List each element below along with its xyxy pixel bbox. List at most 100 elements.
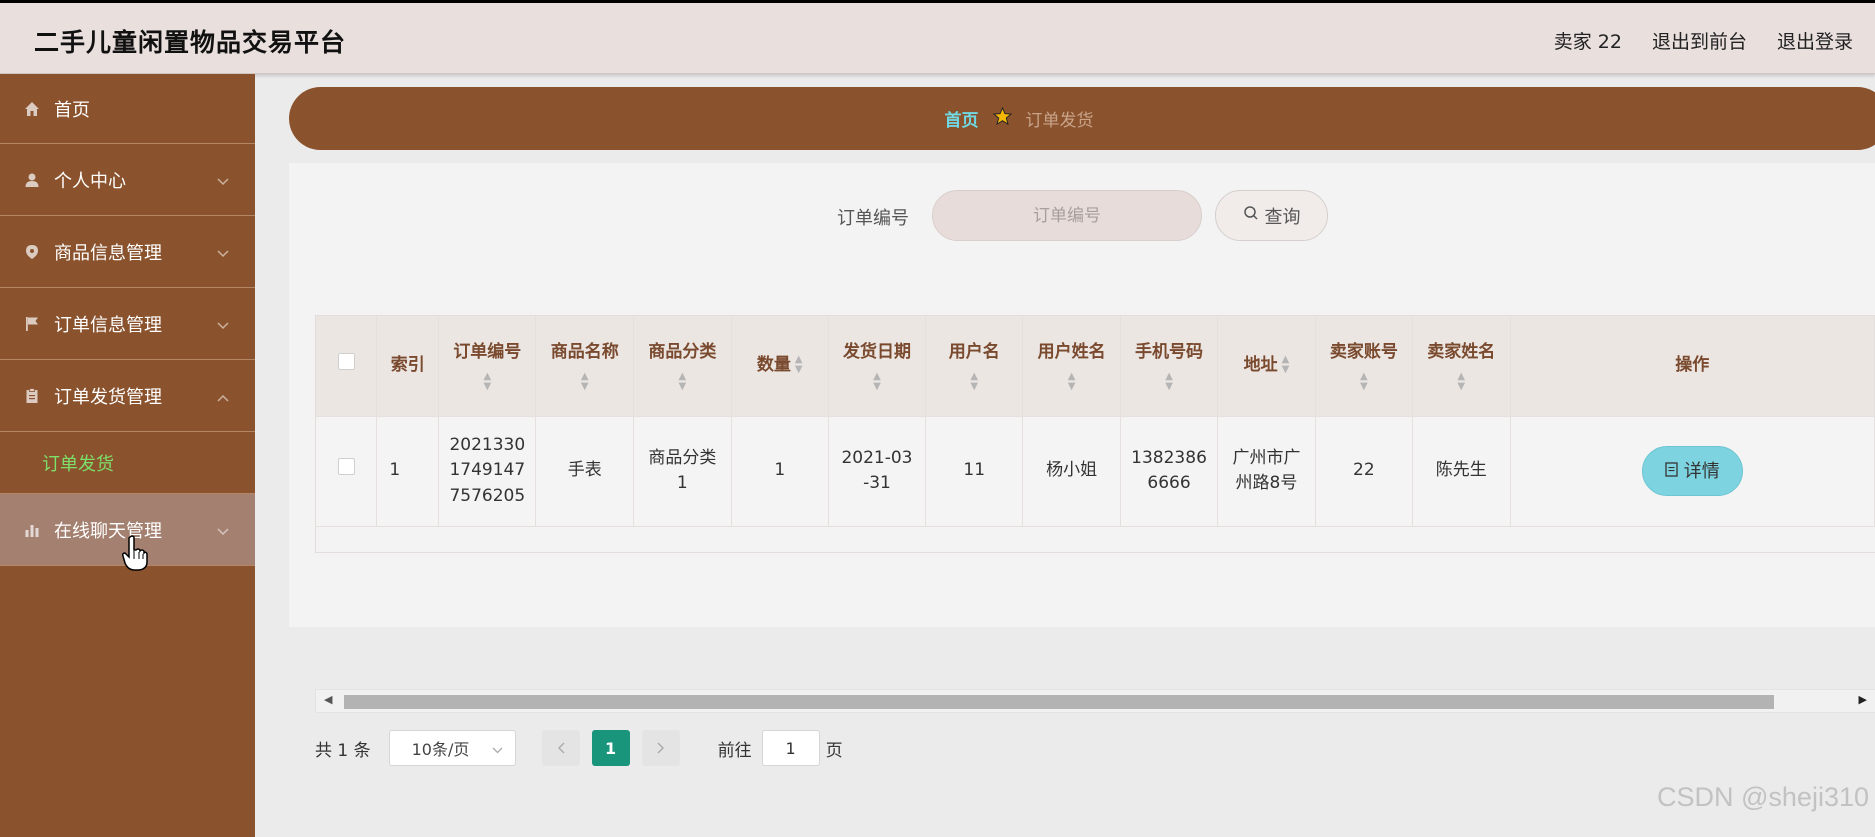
cell-ship-date: 2021-03 -31 — [828, 416, 927, 527]
current-user: 卖家 22 — [1553, 31, 1622, 53]
sidebar-item-label: 订单发货管理 — [54, 386, 162, 408]
cell-username: 11 — [925, 416, 1024, 527]
sort-icon[interactable]: ▲ ▼ — [829, 372, 925, 392]
detail-button[interactable]: 详情 — [1641, 446, 1743, 496]
sort-icon[interactable]: ▲ ▼ — [1023, 372, 1120, 392]
goto-label: 前往 — [717, 740, 752, 761]
sort-icon[interactable]: ▲ ▼ — [634, 372, 731, 392]
bar-chart-icon — [22, 520, 42, 540]
sidebar-item-products[interactable]: 商品信息管理 — [0, 216, 255, 288]
sidebar-item-orders[interactable]: 订单信息管理 — [0, 288, 255, 360]
column-header[interactable]: 地址 ▲ ▼ — [1217, 316, 1316, 417]
scroll-left-icon[interactable]: ◀ — [324, 693, 332, 706]
sidebar-item-home[interactable]: 首页 — [0, 74, 255, 144]
page-size-select[interactable]: 10条/页 — [388, 730, 516, 766]
sidebar-subitem-ship-order[interactable]: 订单发货 — [0, 432, 255, 494]
breadcrumb-home-link[interactable]: 首页 — [945, 106, 979, 131]
row-select-cell — [316, 416, 378, 527]
column-header[interactable]: 商品名称 ▲ ▼ — [535, 316, 635, 417]
sidebar-item-label: 个人中心 — [54, 170, 126, 192]
cell-user-realname: 杨小姐 — [1022, 416, 1121, 527]
select-all-checkbox[interactable] — [337, 353, 355, 371]
sort-icon[interactable]: ▲ ▼ — [1413, 372, 1510, 392]
sidebar-item-label: 商品信息管理 — [54, 242, 162, 264]
column-header[interactable]: 订单编号 ▲ ▼ — [438, 316, 537, 417]
breadcrumb: 首页 订单发货 — [289, 87, 1875, 150]
select-all-cell — [316, 316, 378, 417]
table-row: 1 2021330 1749147 7576205 手表 商品分类 1 1 2021-… — [316, 416, 1875, 527]
chevron-down-icon — [492, 739, 503, 758]
column-header[interactable]: 卖家姓名 ▲ ▼ — [1412, 316, 1511, 417]
flag-icon — [22, 314, 42, 334]
page-number-button[interactable]: 1 — [591, 730, 630, 766]
cell-seller-name: 陈先生 — [1412, 416, 1511, 527]
chevron-down-icon — [217, 170, 229, 191]
column-header[interactable]: 卖家账号 ▲ ▼ — [1315, 316, 1413, 417]
search-icon — [1243, 205, 1259, 226]
column-header[interactable]: 用户名 ▲ ▼ — [925, 316, 1024, 417]
sort-icon[interactable]: ▲ ▼ — [1316, 372, 1412, 392]
table-header-row: 索引 订单编号 ▲ ▼ 商品名称 ▲ ▼ 商品分类 ▲ ▼ 数量 ▲ ▼ 发货日期 ▲ ▼ 用户名 ▲… — [316, 316, 1875, 417]
hand-cursor-icon — [122, 535, 148, 575]
horizontal-scrollbar[interactable]: ◀ ▶ — [315, 689, 1875, 713]
orders-table: 索引 订单编号 ▲ ▼ 商品名称 ▲ ▼ 商品分类 ▲ ▼ 数量 ▲ ▼ 发货日期 ▲ ▼ 用户名 ▲… — [315, 315, 1875, 553]
column-header: 操作 — [1510, 316, 1875, 417]
column-header[interactable]: 用户姓名 ▲ ▼ — [1022, 316, 1121, 417]
column-header[interactable]: 发货日期 ▲ ▼ — [828, 316, 927, 417]
sidebar-item-label: 首页 — [54, 99, 90, 121]
total-count: 共 1 条 — [315, 740, 371, 761]
sort-icon[interactable]: ▲ ▼ — [439, 372, 535, 392]
back-to-front-link[interactable]: 退出到前台 — [1652, 27, 1747, 54]
person-icon — [22, 170, 42, 190]
cell-phone: 1382386 6666 — [1120, 416, 1219, 527]
logout-link[interactable]: 退出登录 — [1777, 27, 1853, 54]
sort-icon[interactable]: ▲ ▼ — [536, 372, 633, 392]
home-icon — [22, 99, 42, 119]
main-panel: 订单编号 查询 索引 订单编号▲ — [289, 163, 1875, 766]
sidebar-item-shipping[interactable]: 订单发货管理 — [0, 360, 255, 432]
column-header[interactable]: 手机号码 ▲ ▼ — [1120, 316, 1219, 417]
search-bar: 订单编号 查询 — [289, 187, 1875, 241]
header-actions: 卖家 22 退出到前台 退出登录 — [1554, 27, 1853, 54]
breadcrumb-current: 订单发货 — [1025, 111, 1094, 131]
next-page-button[interactable] — [641, 730, 680, 766]
row-checkbox[interactable] — [337, 458, 355, 476]
cell-order-no: 2021330 1749147 7576205 — [438, 416, 537, 527]
cell-index: 1 — [376, 416, 440, 527]
sort-icon[interactable]: ▲ ▼ — [795, 355, 803, 375]
prev-page-button[interactable] — [541, 730, 580, 766]
sidebar: 首页 个人中心 商品信息管理 订单信息管理 订单发货管理 订单发货 在线聊天管理 — [0, 74, 255, 837]
scrollbar-thumb[interactable] — [344, 695, 1774, 709]
cell-quantity: 1 — [731, 416, 829, 527]
sort-icon[interactable]: ▲ ▼ — [1121, 372, 1217, 392]
page-suffix: 页 — [825, 740, 843, 761]
clipboard-icon — [22, 386, 42, 406]
pin-icon — [22, 242, 42, 262]
search-button[interactable]: 查询 — [1215, 190, 1328, 241]
cell-product-name: 手表 — [535, 416, 635, 527]
search-label: 订单编号 — [837, 208, 909, 229]
sort-icon[interactable]: ▲ ▼ — [926, 372, 1022, 392]
app-frame: 二手儿童闲置物品交易平台 卖家 22 退出到前台 退出登录 首页 个人中心 商品… — [0, 0, 1875, 837]
star-icon — [992, 106, 1012, 130]
search-button-label: 查询 — [1264, 206, 1301, 228]
sort-icon[interactable]: ▲ ▼ — [1282, 355, 1290, 375]
top-header: 二手儿童闲置物品交易平台 卖家 22 退出到前台 退出登录 — [0, 0, 1875, 74]
column-header[interactable]: 数量 ▲ ▼ — [731, 316, 829, 417]
app-title: 二手儿童闲置物品交易平台 — [34, 28, 347, 57]
order-number-search-input[interactable] — [932, 190, 1202, 241]
column-header[interactable]: 商品分类 ▲ ▼ — [633, 316, 732, 417]
detail-button-label: 详情 — [1683, 460, 1720, 482]
watermark: CSDN @sheji310 — [1657, 782, 1869, 812]
chevron-down-icon — [217, 520, 229, 541]
sidebar-item-profile[interactable]: 个人中心 — [0, 144, 255, 216]
scroll-right-icon[interactable]: ▶ — [1859, 693, 1867, 706]
cell-seller-account: 22 — [1315, 416, 1413, 527]
goto-page-input[interactable] — [761, 730, 820, 766]
pagination: 共 1 条 10条/页 1 前往 页 — [315, 728, 843, 768]
cell-category: 商品分类 1 — [633, 416, 732, 527]
chevron-up-icon — [217, 386, 229, 407]
column-header: 索引 — [376, 316, 440, 417]
cell-address: 广州市广 州路8号 — [1217, 416, 1316, 527]
chevron-left-icon — [557, 742, 565, 754]
